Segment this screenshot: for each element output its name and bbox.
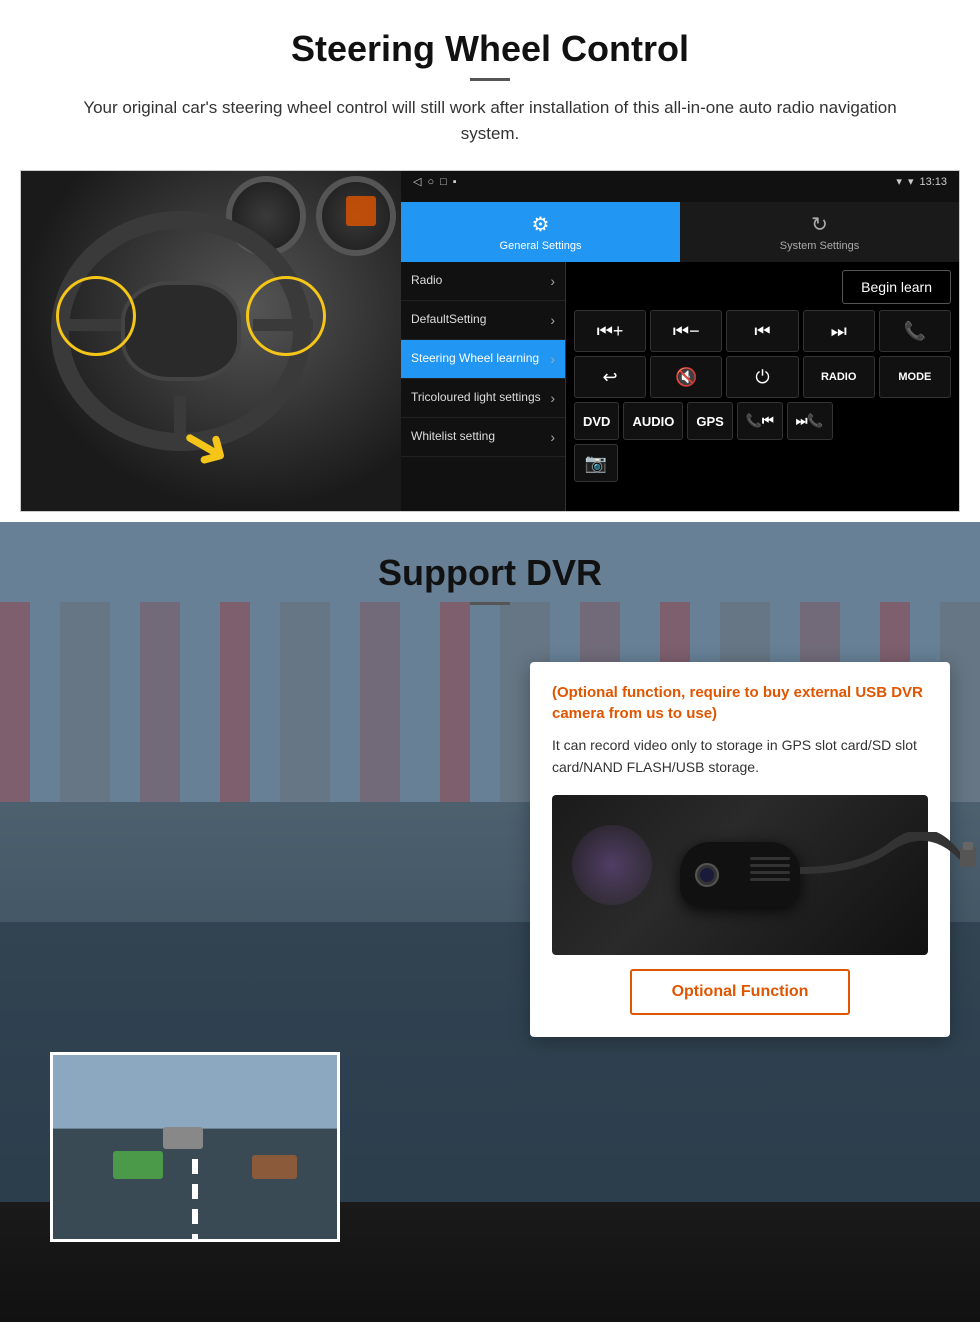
dvr-title: Support DVR [20, 552, 960, 594]
dvr-divider [470, 602, 510, 605]
system-settings-icon: ↻ [811, 212, 828, 237]
ctrl-mode[interactable]: MODE [879, 356, 951, 398]
dvr-optional-text: (Optional function, require to buy exter… [552, 682, 928, 724]
control-grid-row3: DVD AUDIO GPS 📞⏮ ⏭📞 [574, 402, 951, 440]
ctrl-dvd[interactable]: DVD [574, 402, 619, 440]
optional-btn-wrap: Optional Function [552, 969, 928, 1015]
section1-description: Your original car's steering wheel contr… [60, 95, 920, 146]
menu-tricoloured-chevron: › [550, 390, 555, 406]
indicator-light [346, 196, 376, 226]
snapshot-car3 [163, 1127, 203, 1149]
android-status-bar: ◁ ○ □ ▪ ▾ ▾ 13:13 [401, 171, 959, 192]
time-display: 13:13 [919, 176, 947, 188]
menu-whitelist-chevron: › [550, 429, 555, 445]
snapshot-center-line [192, 1159, 198, 1239]
ctrl-call-next[interactable]: ⏭📞 [787, 402, 833, 440]
ctrl-back[interactable]: ↩ [574, 356, 646, 398]
dvr-snapshot-thumbnail [50, 1052, 340, 1242]
android-screen: ◁ ○ □ ▪ ▾ ▾ 13:13 ⚙ General Settings [401, 171, 959, 511]
highlight-circle-right [246, 276, 326, 356]
dvr-cam-lens [695, 863, 719, 887]
tab-system-label: System Settings [780, 240, 859, 252]
control-grid-row2: ↩ 🔇 ⏻ RADIO MODE [574, 356, 951, 398]
snapshot-road [53, 1129, 337, 1239]
ctrl-power[interactable]: ⏻ [726, 356, 798, 398]
steering-ui-container: ➜ ◁ ○ □ ▪ ▾ ▾ 13:13 [20, 170, 960, 512]
dvr-section: Support DVR (Optional function, require … [0, 522, 980, 1322]
menu-steering-chevron: › [550, 351, 555, 367]
steering-image: ➜ [21, 171, 401, 511]
section1-header: Steering Wheel Control Your original car… [0, 0, 980, 152]
ctrl-vol-down[interactable]: ⏮− [650, 310, 722, 352]
section1-divider [470, 78, 510, 81]
android-nav-bar [401, 192, 959, 202]
status-right: ▾ ▾ 13:13 [896, 175, 947, 188]
ctrl-audio[interactable]: AUDIO [623, 402, 683, 440]
optional-function-button[interactable]: Optional Function [630, 969, 851, 1015]
ctrl-prev[interactable]: ⏮ [726, 310, 798, 352]
settings-body: Radio › DefaultSetting › Steering Wheel … [401, 262, 959, 511]
ctrl-vol-up[interactable]: ⏮+ [574, 310, 646, 352]
begin-learn-row: Begin learn [574, 270, 951, 304]
settings-tabs: ⚙ General Settings ↻ System Settings [401, 202, 959, 262]
dvr-info-card: (Optional function, require to buy exter… [530, 662, 950, 1037]
dvr-cam-body [680, 842, 800, 907]
ctrl-call[interactable]: 📞 [879, 310, 951, 352]
snapshot-car2 [252, 1155, 297, 1179]
menu-item-defaultsetting[interactable]: DefaultSetting › [401, 301, 565, 340]
dvr-body-text: It can record video only to storage in G… [552, 734, 928, 779]
menu-item-steering-wheel[interactable]: Steering Wheel learning › [401, 340, 565, 379]
tab-general-settings[interactable]: ⚙ General Settings [401, 202, 680, 262]
menu-item-whitelist[interactable]: Whitelist setting › [401, 418, 565, 457]
tab-system-settings[interactable]: ↻ System Settings [680, 202, 959, 262]
back-nav[interactable]: ◁ [413, 175, 421, 188]
recents-nav[interactable]: □ [440, 176, 447, 188]
general-settings-icon: ⚙ [532, 212, 550, 237]
snapshot-car1 [113, 1151, 163, 1179]
ctrl-call-prev[interactable]: 📞⏮ [737, 402, 783, 440]
tab-general-label: General Settings [500, 240, 582, 252]
wifi-icon: ▾ [908, 175, 914, 188]
home-nav[interactable]: ○ [427, 176, 434, 188]
steering-bg: ➜ [21, 171, 401, 511]
menu-item-tricoloured[interactable]: Tricoloured light settings › [401, 379, 565, 418]
menu-whitelist-label: Whitelist setting [411, 429, 495, 445]
ctrl-radio[interactable]: RADIO [803, 356, 875, 398]
control-grid-row1: ⏮+ ⏮− ⏮ ⏭ 📞 [574, 310, 951, 352]
ctrl-next[interactable]: ⏭ [803, 310, 875, 352]
ctrl-gps[interactable]: GPS [687, 402, 732, 440]
controls-area: Begin learn ⏮+ ⏮− ⏮ ⏭ 📞 ↩ 🔇 ⏻ [566, 262, 959, 511]
menu-radio-label: Radio [411, 273, 442, 289]
section1-title: Steering Wheel Control [20, 28, 960, 70]
dvr-cable-svg [800, 832, 980, 912]
ctrl-dvr-cam[interactable]: 📷 [574, 444, 618, 482]
control-grid-row4: 📷 [574, 444, 951, 482]
menu-default-chevron: › [550, 312, 555, 328]
settings-menu: Radio › DefaultSetting › Steering Wheel … [401, 262, 566, 511]
signal-icon: ▾ [896, 175, 902, 188]
steering-wheel-section: Steering Wheel Control Your original car… [0, 0, 980, 522]
menu-item-radio[interactable]: Radio › [401, 262, 565, 301]
begin-learn-button[interactable]: Begin learn [842, 270, 951, 304]
wheel-hub [121, 281, 241, 381]
menu-steering-label: Steering Wheel learning [411, 351, 539, 367]
dvr-glow-effect [572, 825, 652, 905]
menu-tricoloured-label: Tricoloured light settings [411, 390, 541, 406]
dvr-camera-image [552, 795, 928, 955]
menu-radio-chevron: › [550, 273, 555, 289]
nav-icons: ◁ ○ □ ▪ [413, 175, 457, 188]
ctrl-mute[interactable]: 🔇 [650, 356, 722, 398]
menu-default-label: DefaultSetting [411, 312, 486, 328]
dvr-section-header: Support DVR [0, 522, 980, 613]
menu-nav[interactable]: ▪ [453, 176, 457, 188]
highlight-circle-left [56, 276, 136, 356]
